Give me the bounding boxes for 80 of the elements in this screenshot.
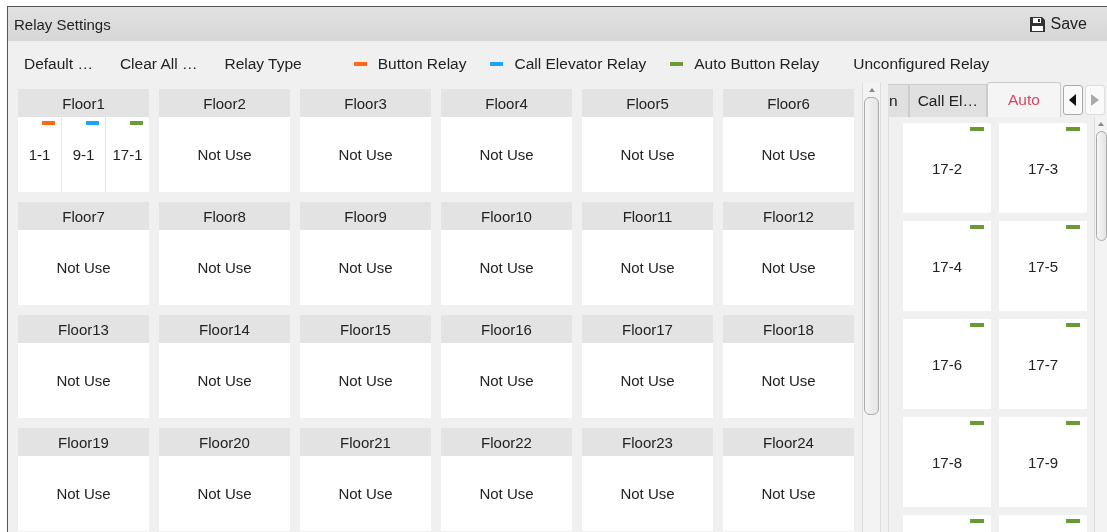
floor-header: Floor22 — [441, 428, 572, 456]
save-icon — [1029, 16, 1045, 32]
floor-relay-cell[interactable]: Not Use — [18, 230, 149, 305]
right-triangle-icon — [1090, 94, 1099, 106]
scroll-thumb[interactable] — [864, 97, 879, 415]
relay-tab[interactable]: Call El… — [908, 84, 987, 117]
floor-header: Floor8 — [159, 202, 290, 230]
floor-header: Floor12 — [723, 202, 854, 230]
relay-slot[interactable]: 17-1 — [106, 117, 149, 192]
relay-tab[interactable]: Auto — [986, 82, 1061, 117]
floor-relay-cell[interactable]: Not Use — [441, 230, 572, 305]
floor-relay-cell[interactable]: Not Use — [300, 230, 431, 305]
legend-label: Call Elevator Relay — [514, 55, 647, 73]
floor-header: Floor5 — [582, 89, 713, 117]
floor-header: Floor9 — [300, 202, 431, 230]
floor-relay-cell[interactable]: Not Use — [159, 230, 290, 305]
floor-header: Floor13 — [18, 315, 149, 343]
floor-relay-cell[interactable]: Not Use — [582, 230, 713, 305]
relay-tile[interactable]: 17-5 — [999, 221, 1087, 311]
floor-header: Floor2 — [159, 89, 290, 117]
floor-header: Floor17 — [582, 315, 713, 343]
floor-header: Floor16 — [441, 315, 572, 343]
legend-label: Button Relay — [377, 55, 467, 73]
floor-header: Floor23 — [582, 428, 713, 456]
save-button[interactable]: Save — [1029, 13, 1087, 35]
floor-relay-cell[interactable]: Not Use — [723, 343, 854, 418]
relay-tile[interactable]: 17-9 — [999, 417, 1087, 507]
floor-relay-cell[interactable]: Not Use — [300, 117, 431, 192]
floor-header: Floor18 — [723, 315, 854, 343]
relay-slot[interactable]: 1-1 — [18, 117, 61, 192]
floor-relay-cell[interactable]: Not Use — [300, 343, 431, 418]
floor-relay-cell[interactable]: Not Use — [300, 456, 431, 531]
toolbar-button[interactable]: Default … — [24, 55, 93, 73]
scrollbar[interactable] — [862, 83, 881, 532]
floor-relay-cell[interactable]: Not Use — [723, 230, 854, 305]
floor-header: Floor4 — [441, 89, 572, 117]
left-triangle-icon — [1068, 94, 1077, 106]
floor-header: Floor6 — [723, 89, 854, 117]
relay-tile[interactable]: 17-4 — [903, 221, 991, 311]
floor-relay-cell[interactable]: Not Use — [18, 343, 149, 418]
relay-tile[interactable]: 17-2 — [903, 123, 991, 213]
floor-header: Floor10 — [441, 202, 572, 230]
floor-header: Floor24 — [723, 428, 854, 456]
floor-header: Floor15 — [300, 315, 431, 343]
relay-tab[interactable]: n — [888, 84, 909, 117]
relay-tile[interactable]: 17-3 — [999, 123, 1087, 213]
relay-type-label: Relay Type — [224, 55, 302, 73]
floor-relay-cell[interactable]: Not Use — [723, 456, 854, 531]
window-title: Relay Settings — [14, 15, 111, 33]
legend-label: Auto Button Relay — [694, 55, 820, 73]
floor-header: Floor3 — [300, 89, 431, 117]
unconfigured-relay-title: Unconfigured Relay — [853, 55, 990, 73]
floor-relay-cell[interactable]: Not Use — [582, 343, 713, 418]
floor-relay-cell[interactable]: Not Use — [441, 343, 572, 418]
floor-relay-cell[interactable]: Not Use — [582, 117, 713, 192]
scroll-thumb[interactable] — [1095, 131, 1107, 241]
floor-header: Floor7 — [18, 202, 149, 230]
floor-relay-cell[interactable]: Not Use — [441, 456, 572, 531]
floor-relay-cell[interactable]: Not Use — [159, 343, 290, 418]
floor-relay-cell[interactable]: Not Use — [723, 117, 854, 192]
relay-tile[interactable]: 17-7 — [999, 319, 1087, 409]
scroll-up-icon[interactable] — [1097, 120, 1105, 128]
floor-relay-cell[interactable]: Not Use — [441, 117, 572, 192]
relay-tile[interactable]: 17-6 — [903, 319, 991, 409]
floor-relay-cell[interactable]: Not Use — [18, 456, 149, 531]
toolbar-button[interactable]: Clear All … — [119, 55, 198, 73]
floor-header: Floor20 — [159, 428, 290, 456]
floor-header: Floor11 — [582, 202, 713, 230]
scrollbar[interactable] — [1094, 117, 1107, 532]
floor-header: Floor19 — [18, 428, 149, 456]
floor-header: Floor14 — [159, 315, 290, 343]
floor-relay-cell[interactable]: Not Use — [159, 456, 290, 531]
relay-slot[interactable]: 9-1 — [62, 117, 105, 192]
relay-tile[interactable]: 17-8 — [903, 417, 991, 507]
floor-relay-cell[interactable]: Not Use — [159, 117, 290, 192]
floor-relay-cell[interactable]: Not Use — [582, 456, 713, 531]
floor-header: Floor21 — [300, 428, 431, 456]
tab-scroll-left-button[interactable] — [1062, 85, 1083, 115]
scroll-up-icon[interactable] — [867, 86, 876, 94]
floor-header: Floor1 — [18, 89, 149, 117]
